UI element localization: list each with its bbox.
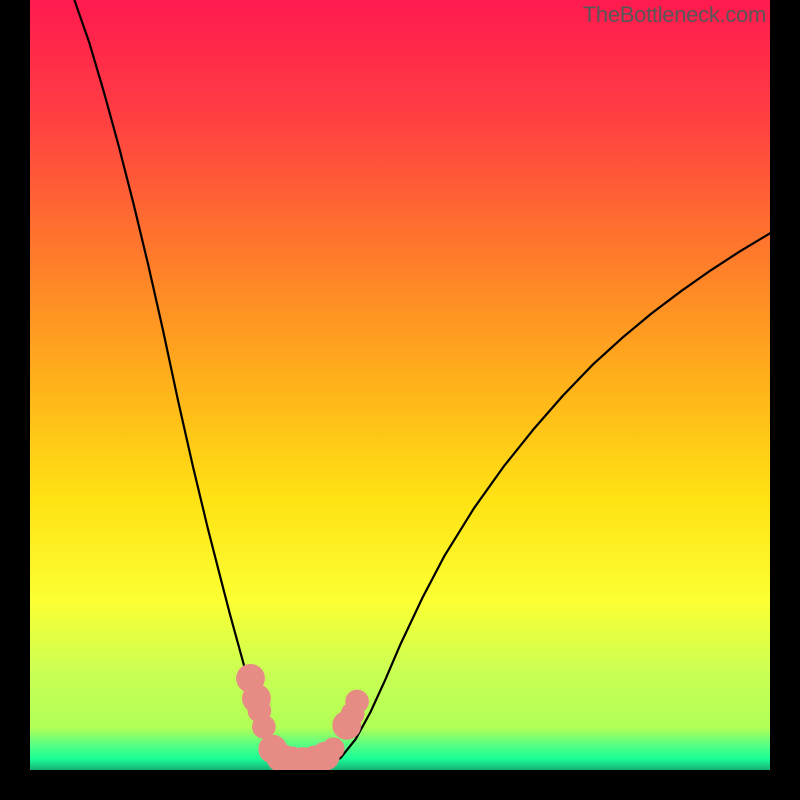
valley-marker: [322, 737, 344, 759]
chart-background: [30, 0, 770, 770]
bottleneck-chart: [30, 0, 770, 770]
valley-marker: [345, 690, 369, 714]
watermark-label: TheBottleneck.com: [583, 2, 766, 28]
